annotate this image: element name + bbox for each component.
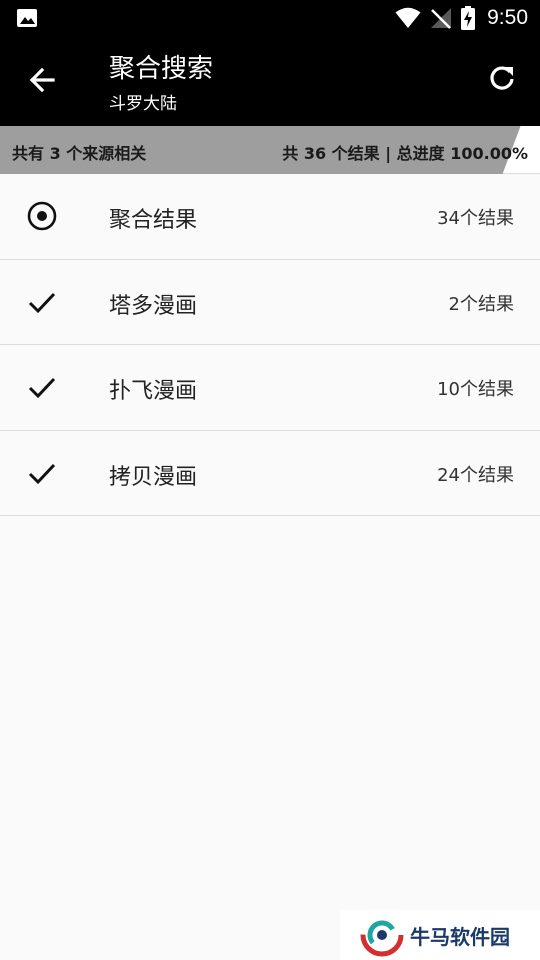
source-name: 扑飞漫画 <box>109 379 198 404</box>
search-progress-bar: 共有 3 个来源相关 共 36 个结果 | 总进度 100.00% <box>0 126 540 174</box>
back-button[interactable] <box>24 62 60 98</box>
sources-count-text: 共有 3 个来源相关 <box>12 144 147 163</box>
status-time: 9:50 <box>487 6 528 29</box>
radio-selected-icon <box>24 198 60 234</box>
source-row[interactable]: 聚合结果 34个结果 <box>0 174 540 260</box>
check-icon <box>24 284 60 320</box>
arrow-left-icon <box>29 67 55 93</box>
refresh-button[interactable] <box>484 60 520 96</box>
watermark-logo-icon <box>360 913 404 957</box>
result-count: 24个结果 <box>437 464 514 486</box>
source-name: 拷贝漫画 <box>109 464 198 490</box>
source-row[interactable]: 塔多漫画 2个结果 <box>0 259 540 345</box>
source-list: 聚合结果 34个结果塔多漫画 2个结果扑飞漫画 10个结果拷贝漫画 24个结果 <box>0 174 540 516</box>
battery-charging-icon <box>461 6 476 30</box>
check-icon <box>24 369 60 405</box>
source-name: 聚合结果 <box>109 208 198 233</box>
result-count: 2个结果 <box>448 293 514 315</box>
source-row[interactable]: 扑飞漫画 10个结果 <box>0 345 540 431</box>
progress-summary-text: 共 36 个结果 | 总进度 100.00% <box>282 144 528 163</box>
check-icon <box>24 455 60 491</box>
status-bar: 9:50 <box>0 0 540 36</box>
app-bar: 聚合搜索 斗罗大陆 <box>0 36 540 126</box>
source-name: 塔多漫画 <box>109 293 198 319</box>
refresh-icon <box>490 66 514 90</box>
result-count: 34个结果 <box>437 208 514 229</box>
page-subtitle: 斗罗大陆 <box>109 94 177 114</box>
signal-off-icon <box>431 8 452 29</box>
gallery-icon <box>17 9 37 27</box>
source-row[interactable]: 拷贝漫画 24个结果 <box>0 430 540 516</box>
result-count: 10个结果 <box>437 379 514 400</box>
watermark-text: 牛马软件园 <box>410 924 510 949</box>
wifi-icon <box>395 7 421 28</box>
watermark: 牛马软件园 <box>340 910 540 960</box>
page-title: 聚合搜索 <box>109 54 214 84</box>
